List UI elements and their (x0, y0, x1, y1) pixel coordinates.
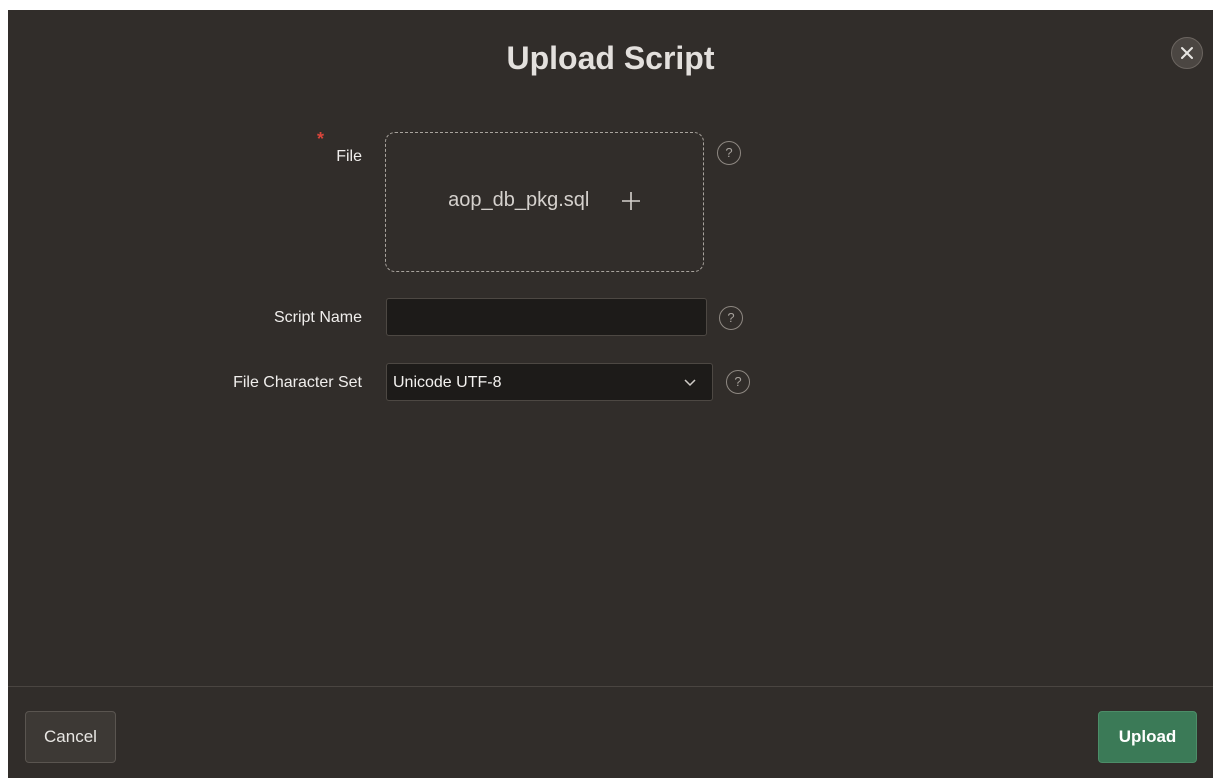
selected-file-name: aop_db_pkg.sql (448, 189, 590, 211)
help-icon: ? (727, 310, 735, 325)
required-indicator: * (317, 129, 325, 149)
upload-script-dialog: Upload Script * File aop_db_pkg.sql ? Sc… (8, 10, 1213, 778)
file-label: File (336, 148, 362, 165)
file-dropzone[interactable]: aop_db_pkg.sql (385, 132, 704, 272)
close-icon (1181, 47, 1193, 59)
footer-divider (8, 686, 1213, 687)
chevron-down-icon (684, 379, 696, 387)
script-name-help-button[interactable]: ? (719, 306, 743, 330)
help-icon: ? (725, 145, 733, 160)
upload-button[interactable]: Upload (1098, 711, 1197, 763)
cancel-button[interactable]: Cancel (25, 711, 116, 763)
file-character-set-select[interactable]: Unicode UTF-8 (386, 363, 713, 401)
file-character-set-help-button[interactable]: ? (726, 370, 750, 394)
selected-charset: Unicode UTF-8 (393, 374, 502, 391)
help-icon: ? (734, 374, 742, 389)
script-name-input[interactable] (386, 298, 707, 336)
file-character-set-label: File Character Set (233, 374, 362, 391)
dialog-title: Upload Script (506, 40, 715, 76)
file-help-button[interactable]: ? (717, 141, 741, 165)
close-button[interactable] (1171, 37, 1203, 69)
plus-icon (621, 191, 640, 210)
script-name-label: Script Name (273, 309, 362, 326)
